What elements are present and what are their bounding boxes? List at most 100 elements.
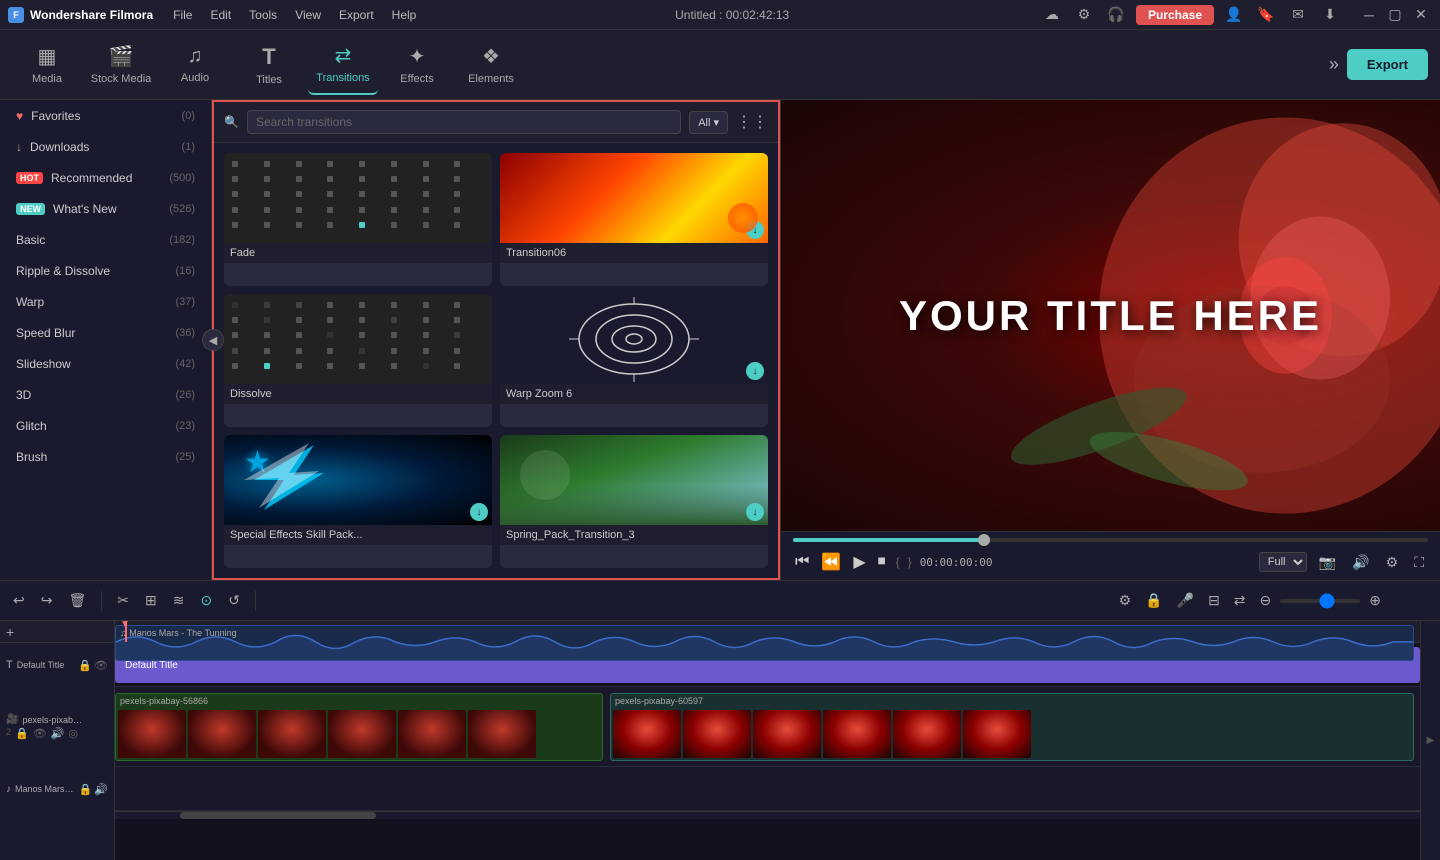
sidebar-item-recommended[interactable]: HOT Recommended (500): [4, 163, 207, 193]
horizontal-scrollbar[interactable]: [115, 811, 1420, 819]
tool-media-label: Media: [32, 73, 62, 85]
audio-stretch-button[interactable]: ≋: [168, 589, 190, 612]
step-back-button[interactable]: ⏪: [819, 550, 843, 574]
tool-titles[interactable]: T Titles: [234, 35, 304, 95]
grid-view-button[interactable]: ⋮⋮: [736, 112, 768, 132]
menu-file[interactable]: File: [165, 6, 200, 24]
sidebar-item-downloads[interactable]: ↓ Downloads (1): [4, 132, 207, 162]
v1-eye-icon[interactable]: 👁: [33, 727, 47, 740]
v2-thumb-1: [613, 710, 681, 758]
playhead[interactable]: [125, 621, 127, 642]
v1-lock-icon[interactable]: 🔒: [15, 727, 29, 740]
close-button[interactable]: ✕: [1410, 4, 1432, 26]
transitions-timeline-button[interactable]: ⇄: [1229, 589, 1251, 612]
cloud-icon[interactable]: ☁: [1040, 3, 1064, 27]
download-icon[interactable]: ⬇: [1318, 3, 1342, 27]
mail-icon[interactable]: ✉: [1286, 3, 1310, 27]
video2-clip[interactable]: pexels-pixabay-60597: [610, 693, 1414, 761]
sidebar-item-speedblur[interactable]: Speed Blur (36): [4, 318, 207, 348]
audio-mix-button[interactable]: ⊟: [1203, 589, 1225, 612]
collapse-panel-button[interactable]: ◀: [202, 329, 224, 351]
transition-06[interactable]: ↓ Transition06: [500, 153, 768, 286]
settings-timeline-button[interactable]: ⚙: [1114, 589, 1137, 612]
progress-bar[interactable]: [793, 538, 1428, 542]
zoom-out-button[interactable]: ⊖: [1255, 589, 1277, 612]
title-track-label: T Default Title 🔒 👁: [0, 643, 115, 687]
volume-button[interactable]: 🔊: [1348, 552, 1373, 573]
video1-clip[interactable]: pexels-pixabay-56866: [115, 693, 603, 761]
add-track-button[interactable]: +: [6, 624, 14, 640]
tool-stock[interactable]: 🎬 Stock Media: [86, 35, 156, 95]
adjust-button[interactable]: ⊞: [140, 589, 162, 612]
tool-transitions[interactable]: ⇄ Transitions: [308, 35, 378, 95]
audio-lock-icon[interactable]: 🔒: [79, 783, 93, 796]
title-lock-icon[interactable]: 🔒: [78, 659, 92, 672]
bookmark-icon[interactable]: 🔖: [1254, 3, 1278, 27]
expand-toolbar-button[interactable]: »: [1325, 50, 1343, 79]
menu-edit[interactable]: Edit: [202, 6, 239, 24]
whatsnew-count: (526): [169, 203, 195, 215]
headphones-icon[interactable]: 🎧: [1104, 3, 1128, 27]
mic-button[interactable]: 🎤: [1172, 589, 1199, 612]
sidebar-item-3d[interactable]: 3D (26): [4, 380, 207, 410]
sidebar-item-slideshow[interactable]: Slideshow (42): [4, 349, 207, 379]
settings-icon[interactable]: ⚙: [1072, 3, 1096, 27]
sidebar-item-warp[interactable]: Warp (37): [4, 287, 207, 317]
delete-button[interactable]: 🗑: [63, 589, 91, 612]
audio-clip[interactable]: ♫ Manos Mars - The Tunning: [115, 625, 1414, 661]
audio-vol-icon[interactable]: 🔊: [94, 783, 108, 796]
user-icon[interactable]: 👤: [1222, 3, 1246, 27]
maximize-button[interactable]: ▢: [1384, 4, 1406, 26]
settings-preview-button[interactable]: ⚙: [1382, 552, 1403, 573]
cut-button[interactable]: ✂: [112, 589, 134, 612]
titles-icon: T: [262, 44, 275, 70]
sidebar-item-ripple[interactable]: Ripple & Dissolve (16): [4, 256, 207, 286]
fullscreen-button[interactable]: ⛶: [1410, 552, 1428, 573]
play-button[interactable]: ▶: [851, 550, 867, 574]
zoom-slider[interactable]: [1280, 599, 1360, 603]
tool-elements[interactable]: ❖ Elements: [456, 35, 526, 95]
transition-dissolve[interactable]: Dissolve: [224, 294, 492, 427]
title-eye-icon[interactable]: 👁: [94, 659, 108, 672]
menu-help[interactable]: Help: [384, 6, 425, 24]
basic-count: (182): [169, 234, 195, 246]
quality-select[interactable]: Full 1/2 1/4: [1259, 552, 1307, 572]
sidebar-item-glitch[interactable]: Glitch (23): [4, 411, 207, 441]
minimize-button[interactable]: ─: [1358, 4, 1380, 26]
sidebar-glitch-label: Glitch: [16, 419, 47, 433]
app-name: Wondershare Filmora: [30, 8, 153, 22]
transition-fade[interactable]: Fade: [224, 153, 492, 286]
v1-audio-icon[interactable]: 🔊: [51, 727, 65, 740]
tool-media[interactable]: ▦ Media: [12, 35, 82, 95]
lock-tracks-button[interactable]: 🔒: [1140, 589, 1167, 612]
snapshot-button[interactable]: 📷: [1315, 552, 1340, 573]
tool-audio[interactable]: ♫ Audio: [160, 35, 230, 95]
transition-warpzoom6[interactable]: ↓ Warp Zoom 6: [500, 294, 768, 427]
menu-tools[interactable]: Tools: [241, 6, 285, 24]
menu-view[interactable]: View: [287, 6, 329, 24]
stop-button[interactable]: ⏹: [876, 551, 888, 573]
transition-spring[interactable]: ↓ Spring_Pack_Transition_3: [500, 435, 768, 568]
undo-button[interactable]: ↩: [8, 589, 30, 612]
redo-button[interactable]: ↪: [36, 589, 58, 612]
search-input[interactable]: [247, 110, 681, 134]
sidebar-item-basic[interactable]: Basic (182): [4, 225, 207, 255]
ripple-edit-button[interactable]: ↺: [223, 589, 245, 612]
progress-handle[interactable]: [978, 534, 990, 546]
tool-effects[interactable]: ✦ Effects: [382, 35, 452, 95]
filter-button[interactable]: All ▾: [689, 111, 728, 134]
v1-visible-icon[interactable]: ◎: [68, 727, 78, 740]
skip-back-button[interactable]: ⏮: [793, 551, 811, 573]
zoom-in-button[interactable]: ⊕: [1364, 589, 1386, 612]
export-button[interactable]: Export: [1347, 49, 1428, 80]
sidebar-item-favorites[interactable]: ♥ Favorites (0): [4, 101, 207, 131]
magnet-button[interactable]: ⊙: [195, 589, 217, 612]
sidebar-item-brush[interactable]: Brush (25): [4, 442, 207, 472]
scroll-thumb[interactable]: [180, 812, 376, 819]
purchase-button[interactable]: Purchase: [1136, 5, 1214, 25]
transition-sfxpack[interactable]: ↓ Special Effects Skill Pack...: [224, 435, 492, 568]
sidebar-item-whats-new[interactable]: NEW What's New (526): [4, 194, 207, 224]
warpzoom6-label: Warp Zoom 6: [500, 384, 768, 404]
menu-export[interactable]: Export: [331, 6, 382, 24]
video1-name: pexels-pixabay-56866: [22, 715, 82, 725]
